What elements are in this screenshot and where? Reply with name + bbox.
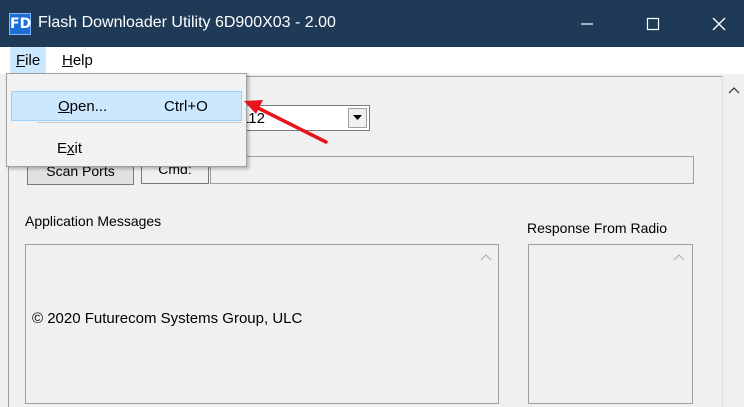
response-from-radio-box[interactable]	[528, 244, 693, 404]
menu-item-exit-label: Exit	[57, 140, 82, 157]
response-from-radio-label: Response From Radio	[527, 220, 668, 236]
menu-item-exit-pre: E	[57, 140, 68, 157]
application-messages-label: Application Messages	[25, 213, 162, 229]
menu-help-mnemonic: H	[62, 52, 73, 69]
menu-item-exit[interactable]: Exit	[11, 134, 242, 164]
minimize-button[interactable]	[558, 0, 616, 47]
close-icon	[712, 17, 726, 30]
menu-item-open-mnemonic: O	[58, 98, 70, 115]
app-icon[interactable]: FD	[9, 13, 31, 35]
scroll-up-arrow-icon[interactable]	[480, 253, 492, 261]
minimize-icon	[581, 22, 593, 25]
application-messages-box[interactable]: © 2020 Futurecom Systems Group, ULC	[25, 244, 499, 404]
close-button[interactable]	[690, 0, 744, 47]
scroll-up-arrow-icon[interactable]	[673, 253, 685, 261]
menu-item-exit-text: it	[74, 140, 83, 157]
dropdown-arrow-icon	[353, 115, 362, 120]
menu-separator	[37, 122, 242, 123]
file-menu-dropdown: Open... Ctrl+O Exit	[6, 73, 247, 167]
port-combo-button[interactable]	[348, 108, 367, 128]
menu-item-open-label: Open...	[58, 98, 107, 115]
window-scrollbar[interactable]	[722, 76, 744, 406]
menu-item-exit-mnemonic: x	[67, 140, 75, 157]
maximize-icon	[646, 17, 660, 30]
port-combo[interactable]: 112	[232, 105, 370, 131]
menu-item-open-shortcut: Ctrl+O	[164, 98, 208, 115]
menu-file-mnemonic: F	[16, 52, 26, 69]
menu-file-label: ile	[25, 52, 41, 69]
title-bar: FD Flash Downloader Utility 6D900X03 - 2…	[0, 0, 744, 47]
menu-file[interactable]: File	[10, 47, 47, 74]
cmd-input[interactable]	[210, 156, 694, 184]
menu-help-label: elp	[72, 52, 93, 69]
menu-bar: File Help	[0, 47, 744, 74]
scroll-up-arrow-icon[interactable]	[728, 86, 740, 94]
window-title: Flash Downloader Utility 6D900X03 - 2.00	[38, 14, 336, 31]
menu-item-open[interactable]: Open... Ctrl+O	[11, 91, 242, 121]
menu-item-open-text: pen...	[69, 98, 108, 115]
application-messages-text: © 2020 Futurecom Systems Group, ULC	[32, 310, 303, 327]
maximize-button[interactable]	[624, 0, 682, 47]
menu-help[interactable]: Help	[56, 47, 99, 74]
